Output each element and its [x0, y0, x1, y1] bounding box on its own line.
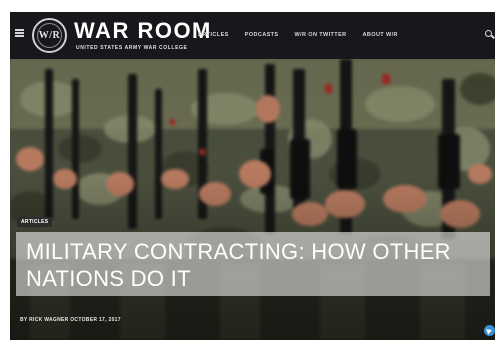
- nav-about[interactable]: ABOUT W/R: [363, 32, 398, 38]
- telegram-icon[interactable]: [484, 325, 495, 336]
- site-title[interactable]: WAR ROOM: [74, 19, 212, 43]
- article-byline: BY RICK WAGNER OCTOBER 17, 2017: [20, 317, 121, 323]
- nav-articles[interactable]: ARTICLES: [198, 32, 229, 38]
- article-headline[interactable]: MILITARY CONTRACTING: HOW OTHER NATIONS …: [26, 238, 486, 292]
- hero-shade-overlay: [10, 59, 495, 340]
- site-subtitle: UNITED STATES ARMY WAR COLLEGE: [76, 45, 188, 51]
- category-tag[interactable]: ARTICLES: [17, 217, 53, 227]
- main-nav: ARTICLES PODCASTS W/R ON TWITTER ABOUT W…: [198, 32, 398, 38]
- browser-viewport: W/R WAR ROOM UNITED STATES ARMY WAR COLL…: [10, 12, 495, 340]
- logo-text: W/R: [38, 30, 61, 41]
- site-logo-badge[interactable]: W/R: [32, 18, 67, 53]
- menu-icon[interactable]: [15, 29, 24, 37]
- search-icon[interactable]: [485, 30, 492, 37]
- site-header: W/R WAR ROOM UNITED STATES ARMY WAR COLL…: [10, 12, 495, 59]
- nav-podcasts[interactable]: PODCASTS: [245, 32, 279, 38]
- nav-twitter[interactable]: W/R ON TWITTER: [294, 32, 346, 38]
- hero-section: ARTICLES MILITARY CONTRACTING: HOW OTHER…: [10, 59, 495, 340]
